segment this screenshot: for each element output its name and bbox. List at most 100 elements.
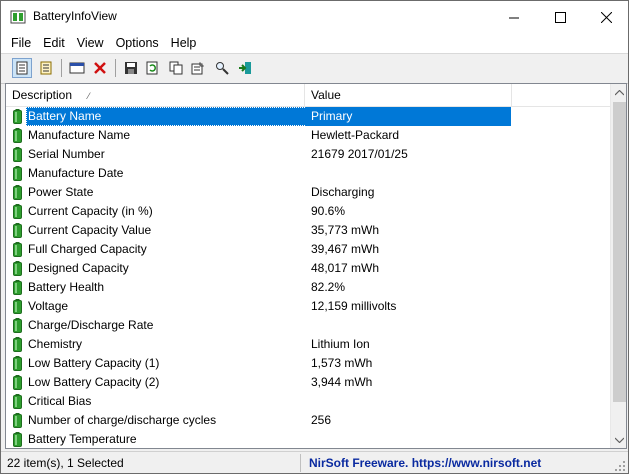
title-bar[interactable]: BatteryInfoView	[1, 1, 628, 33]
row-value: 21679 2017/01/25	[311, 147, 408, 161]
scroll-up-button[interactable]	[611, 84, 626, 101]
row-description: Charge/Discharge Rate	[28, 318, 154, 332]
battery-icon	[13, 223, 22, 238]
row-description: Low Battery Capacity (2)	[28, 375, 160, 389]
table-row[interactable]: Number of charge/discharge cycles 256	[6, 411, 612, 430]
scroll-down-button[interactable]	[611, 431, 626, 448]
horizontal-view-button[interactable]	[36, 58, 56, 78]
table-row[interactable]: Low Battery Capacity (2) 3,944 mWh	[6, 373, 612, 392]
row-value: 82.2%	[311, 280, 346, 294]
battery-icon	[13, 109, 22, 124]
row-value	[305, 392, 511, 411]
row-value	[305, 164, 511, 183]
battery-icon	[13, 337, 22, 352]
row-description: Manufacture Date	[28, 166, 124, 180]
table-row[interactable]: Chemistry Lithium Ion	[6, 335, 612, 354]
table-row[interactable]: Battery Health 82.2%	[6, 278, 612, 297]
maximize-button[interactable]	[537, 1, 583, 33]
battery-info-list[interactable]: Description ⁄ Value Battery Name Primary M…	[5, 83, 627, 449]
menu-edit[interactable]: Edit	[37, 33, 71, 53]
toolbar-separator	[115, 59, 116, 77]
table-row[interactable]: Manufacture Date	[6, 164, 612, 183]
battery-icon	[13, 185, 22, 200]
row-description: Full Charged Capacity	[28, 242, 147, 256]
page-columns-icon	[40, 61, 52, 75]
menu-file[interactable]: File	[1, 33, 37, 53]
table-row[interactable]: Serial Number 21679 2017/01/25	[6, 145, 612, 164]
column-header-description[interactable]: Description ⁄	[6, 84, 305, 106]
table-row[interactable]: Full Charged Capacity 39,467 mWh	[6, 240, 612, 259]
row-description: Battery Temperature	[28, 432, 137, 446]
list-rows: Battery Name Primary Manufacture Name Hewle…	[6, 107, 612, 448]
exit-door-icon	[239, 62, 251, 74]
menu-help[interactable]: Help	[165, 33, 203, 53]
row-description: Chemistry	[28, 337, 83, 351]
battery-icon	[13, 394, 22, 409]
battery-icon	[13, 318, 22, 333]
table-row[interactable]: Current Capacity Value 35,773 mWh	[6, 221, 612, 240]
resize-grip-icon[interactable]	[614, 460, 626, 472]
save-button[interactable]	[121, 58, 141, 78]
exit-button[interactable]	[235, 58, 255, 78]
vertical-view-button[interactable]	[12, 58, 32, 78]
row-description: Serial Number	[28, 147, 105, 161]
table-row[interactable]: Current Capacity (in %) 90.6%	[6, 202, 612, 221]
properties-button[interactable]	[188, 58, 208, 78]
search-icon	[216, 62, 229, 75]
nirsoft-link[interactable]: NirSoft Freeware. https://www.nirsoft.ne…	[305, 454, 609, 472]
table-row[interactable]: Power State Discharging	[6, 183, 612, 202]
row-value	[305, 430, 511, 448]
scroll-thumb[interactable]	[613, 102, 626, 402]
copy-icon	[169, 61, 183, 75]
toolbar-separator	[61, 59, 62, 77]
row-value: 35,773 mWh	[311, 223, 380, 237]
table-row[interactable]: Manufacture Name Hewlett-Packard	[6, 126, 612, 145]
refresh-button[interactable]	[142, 58, 162, 78]
minimize-button[interactable]	[491, 1, 537, 33]
menu-bar: File Edit View Options Help	[1, 33, 628, 53]
battery-icon	[13, 204, 22, 219]
table-row[interactable]: Designed Capacity 48,017 mWh	[6, 259, 612, 278]
menu-view[interactable]: View	[71, 33, 110, 53]
floppy-disk-icon	[125, 62, 137, 74]
table-row[interactable]: Charge/Discharge Rate	[6, 316, 612, 335]
row-description: Current Capacity Value	[28, 223, 152, 237]
chevron-down-icon	[615, 437, 624, 443]
table-row[interactable]: Voltage 12,159 millivolts	[6, 297, 612, 316]
table-row[interactable]: Battery Temperature	[6, 430, 612, 448]
select-columns-button[interactable]	[67, 58, 87, 78]
row-description: Designed Capacity	[28, 261, 129, 275]
app-window: BatteryInfoView File Edit View Options H…	[0, 0, 629, 474]
maximize-icon	[554, 11, 566, 23]
row-value: 90.6%	[311, 204, 346, 218]
row-value: Hewlett-Packard	[311, 128, 400, 142]
close-icon	[600, 11, 612, 23]
battery-icon	[13, 356, 22, 371]
page-list-icon	[16, 61, 28, 75]
battery-icon	[13, 166, 22, 181]
battery-icon	[13, 432, 22, 447]
copy-button[interactable]	[166, 58, 186, 78]
find-button[interactable]	[212, 58, 232, 78]
row-description: Battery Name	[26, 107, 307, 126]
row-value: 12,159 millivolts	[311, 299, 397, 313]
row-value: Lithium Ion	[311, 337, 370, 351]
battery-icon	[13, 375, 22, 390]
vertical-scrollbar[interactable]	[610, 84, 626, 448]
row-description: Voltage	[28, 299, 69, 313]
list-header: Description ⁄ Value	[6, 84, 612, 107]
battery-icon	[13, 147, 22, 162]
properties-icon	[191, 62, 204, 75]
red-x-icon	[94, 62, 106, 74]
window-icon	[69, 62, 85, 74]
table-row[interactable]: Critical Bias	[6, 392, 612, 411]
column-header-value[interactable]: Value	[305, 84, 512, 106]
sort-ascending-icon: ⁄	[88, 91, 90, 101]
menu-options[interactable]: Options	[110, 33, 165, 53]
row-value: Discharging	[311, 185, 375, 199]
close-button[interactable]	[583, 1, 628, 33]
table-row[interactable]: Low Battery Capacity (1) 1,573 mWh	[6, 354, 612, 373]
table-row[interactable]: Battery Name Primary	[6, 107, 612, 126]
delete-button[interactable]	[90, 58, 110, 78]
row-value: 39,467 mWh	[311, 242, 380, 256]
